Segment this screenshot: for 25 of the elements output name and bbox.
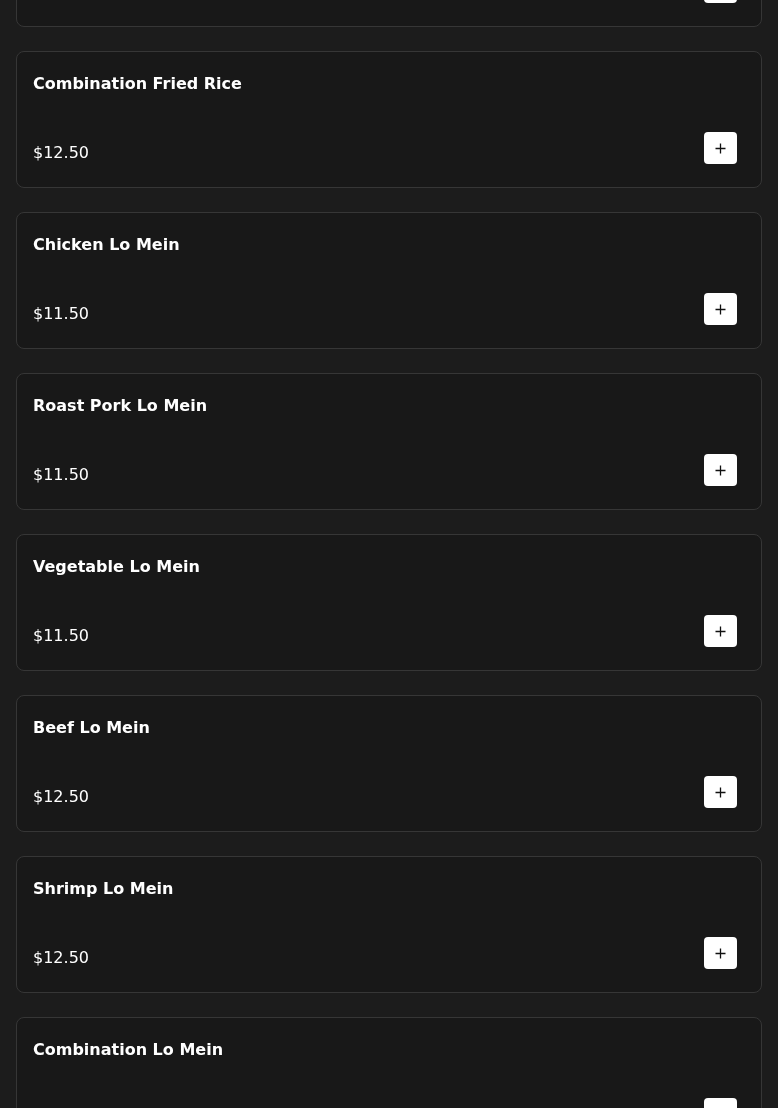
add-button[interactable] [704, 132, 737, 164]
plus-icon [715, 464, 726, 476]
item-name: Beef Lo Mein [33, 717, 150, 739]
plus-icon [715, 786, 726, 798]
item-price: $11.50 [33, 303, 89, 325]
add-button[interactable] [704, 293, 737, 325]
plus-icon [715, 625, 726, 637]
item-price: $11.50 [33, 464, 89, 486]
item-name: Shrimp Lo Mein [33, 878, 174, 900]
add-button[interactable] [704, 776, 737, 808]
item-price: $12.50 [33, 142, 89, 164]
add-button[interactable] [704, 937, 737, 969]
add-button[interactable] [704, 454, 737, 486]
item-name: Chicken Lo Mein [33, 234, 180, 256]
item-name: Combination Lo Mein [33, 1039, 224, 1061]
add-button[interactable] [704, 615, 737, 647]
item-name: Vegetable Lo Mein [33, 556, 200, 578]
item-price: $12.50 [33, 947, 89, 969]
item-name: Combination Fried Rice [33, 73, 242, 95]
item-price: $11.50 [33, 625, 89, 647]
plus-icon [715, 142, 726, 154]
item-name: Roast Pork Lo Mein [33, 395, 208, 417]
plus-icon [715, 947, 726, 959]
plus-icon [715, 303, 726, 315]
item-price: $12.50 [33, 786, 89, 808]
